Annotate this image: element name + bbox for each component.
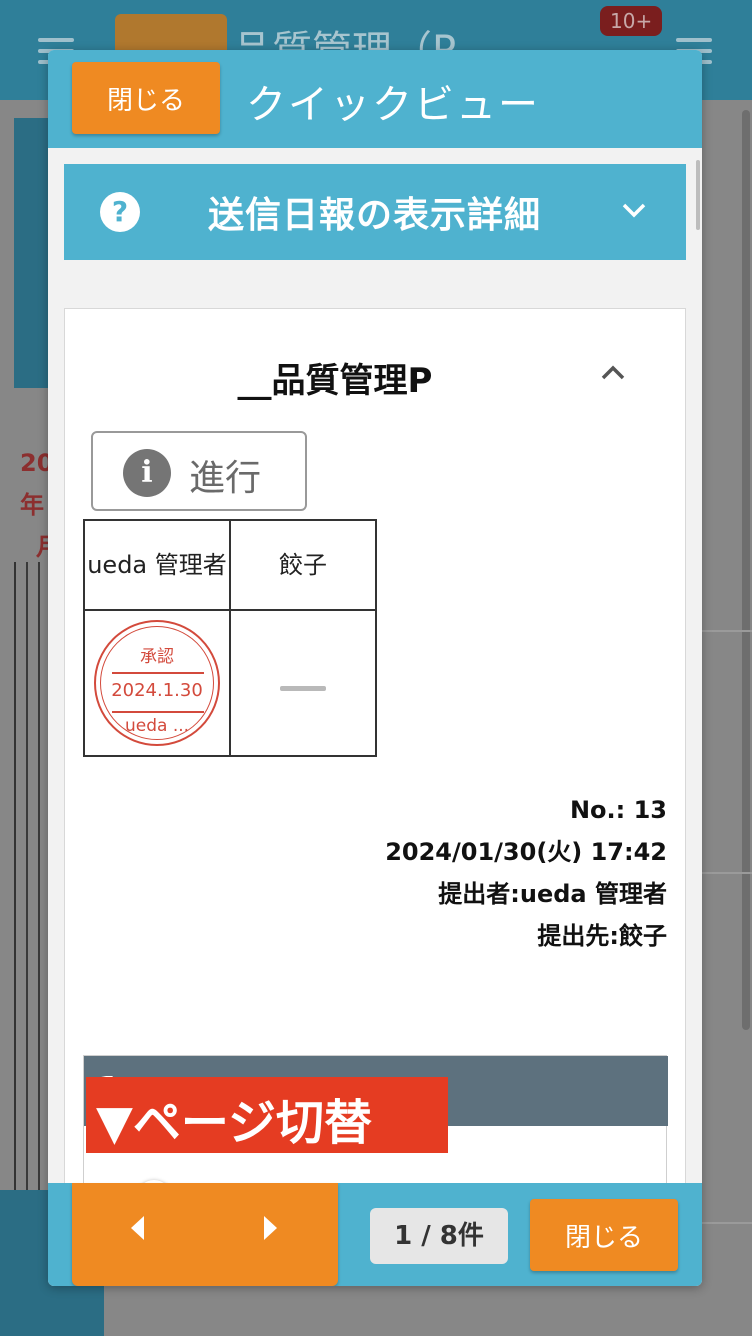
stamp-name: ueda ... bbox=[124, 716, 190, 736]
report-datetime: 2024/01/30(火) 17:42 bbox=[385, 838, 667, 866]
approver-name: 餃子 bbox=[229, 519, 377, 611]
modal-title: クイックビュー bbox=[246, 82, 540, 128]
pending-dash bbox=[280, 686, 326, 691]
close-button-bottom[interactable]: 閉じる bbox=[530, 1199, 678, 1271]
page-counter: 1 / 8件 bbox=[370, 1208, 508, 1264]
report-card: __品質管理P i 進行 ueda 管理者 餃子 承認 2024.1.30 ue… bbox=[64, 308, 686, 1208]
app-divider bbox=[700, 872, 752, 874]
notification-badge: 10+ bbox=[600, 6, 663, 36]
info-icon: i bbox=[123, 449, 171, 497]
stamp-label: 承認 bbox=[140, 647, 174, 667]
page-nav-group bbox=[72, 1183, 338, 1286]
app-side-panel bbox=[14, 118, 50, 388]
status-badge: i 進行 bbox=[91, 431, 307, 511]
pending-stamp-cell bbox=[229, 609, 377, 757]
approval-stamp-cell: 承認 2024.1.30 ueda ... bbox=[83, 609, 231, 757]
app-divider bbox=[700, 1222, 752, 1224]
modal-footer: 1 / 8件 閉じる bbox=[48, 1183, 702, 1286]
modal-header: 閉じる クイックビュー bbox=[48, 50, 702, 148]
report-meta: No.: 13 2024/01/30(火) 17:42 提出者:ueda 管理者… bbox=[385, 789, 667, 957]
report-recipient: 提出先:餃子 bbox=[537, 922, 667, 950]
app-divider bbox=[700, 630, 752, 632]
close-button-top[interactable]: 閉じる bbox=[72, 62, 220, 134]
prev-page-button[interactable] bbox=[108, 1209, 168, 1259]
quick-view-modal: 閉じる クイックビュー ? 送信日報の表示詳細 __品質管理P i 進行 ued… bbox=[48, 50, 702, 1286]
chevron-down-icon[interactable] bbox=[620, 194, 648, 227]
report-title: __品質管理P bbox=[237, 361, 433, 401]
approval-stamp: 承認 2024.1.30 ueda ... bbox=[94, 620, 220, 746]
caret-left-icon bbox=[131, 1216, 144, 1240]
app-calendar-grid bbox=[14, 562, 52, 1192]
app-scrollbar bbox=[742, 110, 750, 1030]
approval-table: ueda 管理者 餃子 承認 2024.1.30 ueda ... bbox=[83, 519, 377, 757]
report-submitter: 提出者:ueda 管理者 bbox=[438, 880, 667, 908]
next-page-button[interactable] bbox=[240, 1209, 300, 1259]
page-switch-annotation: ▼ページ切替 bbox=[86, 1077, 448, 1153]
report-details-accordion[interactable]: ? 送信日報の表示詳細 bbox=[64, 164, 686, 260]
approver-name: ueda 管理者 bbox=[83, 519, 231, 611]
status-label: 進行 bbox=[189, 458, 262, 499]
caret-right-icon bbox=[264, 1216, 277, 1240]
modal-scrollbar[interactable] bbox=[696, 160, 700, 230]
stamp-date: 2024.1.30 bbox=[111, 680, 203, 701]
accordion-title: 送信日報の表示詳細 bbox=[208, 195, 542, 236]
report-number: No.: 13 bbox=[569, 796, 667, 824]
question-circle-icon[interactable]: ? bbox=[100, 192, 140, 232]
chevron-up-icon[interactable] bbox=[599, 355, 627, 390]
